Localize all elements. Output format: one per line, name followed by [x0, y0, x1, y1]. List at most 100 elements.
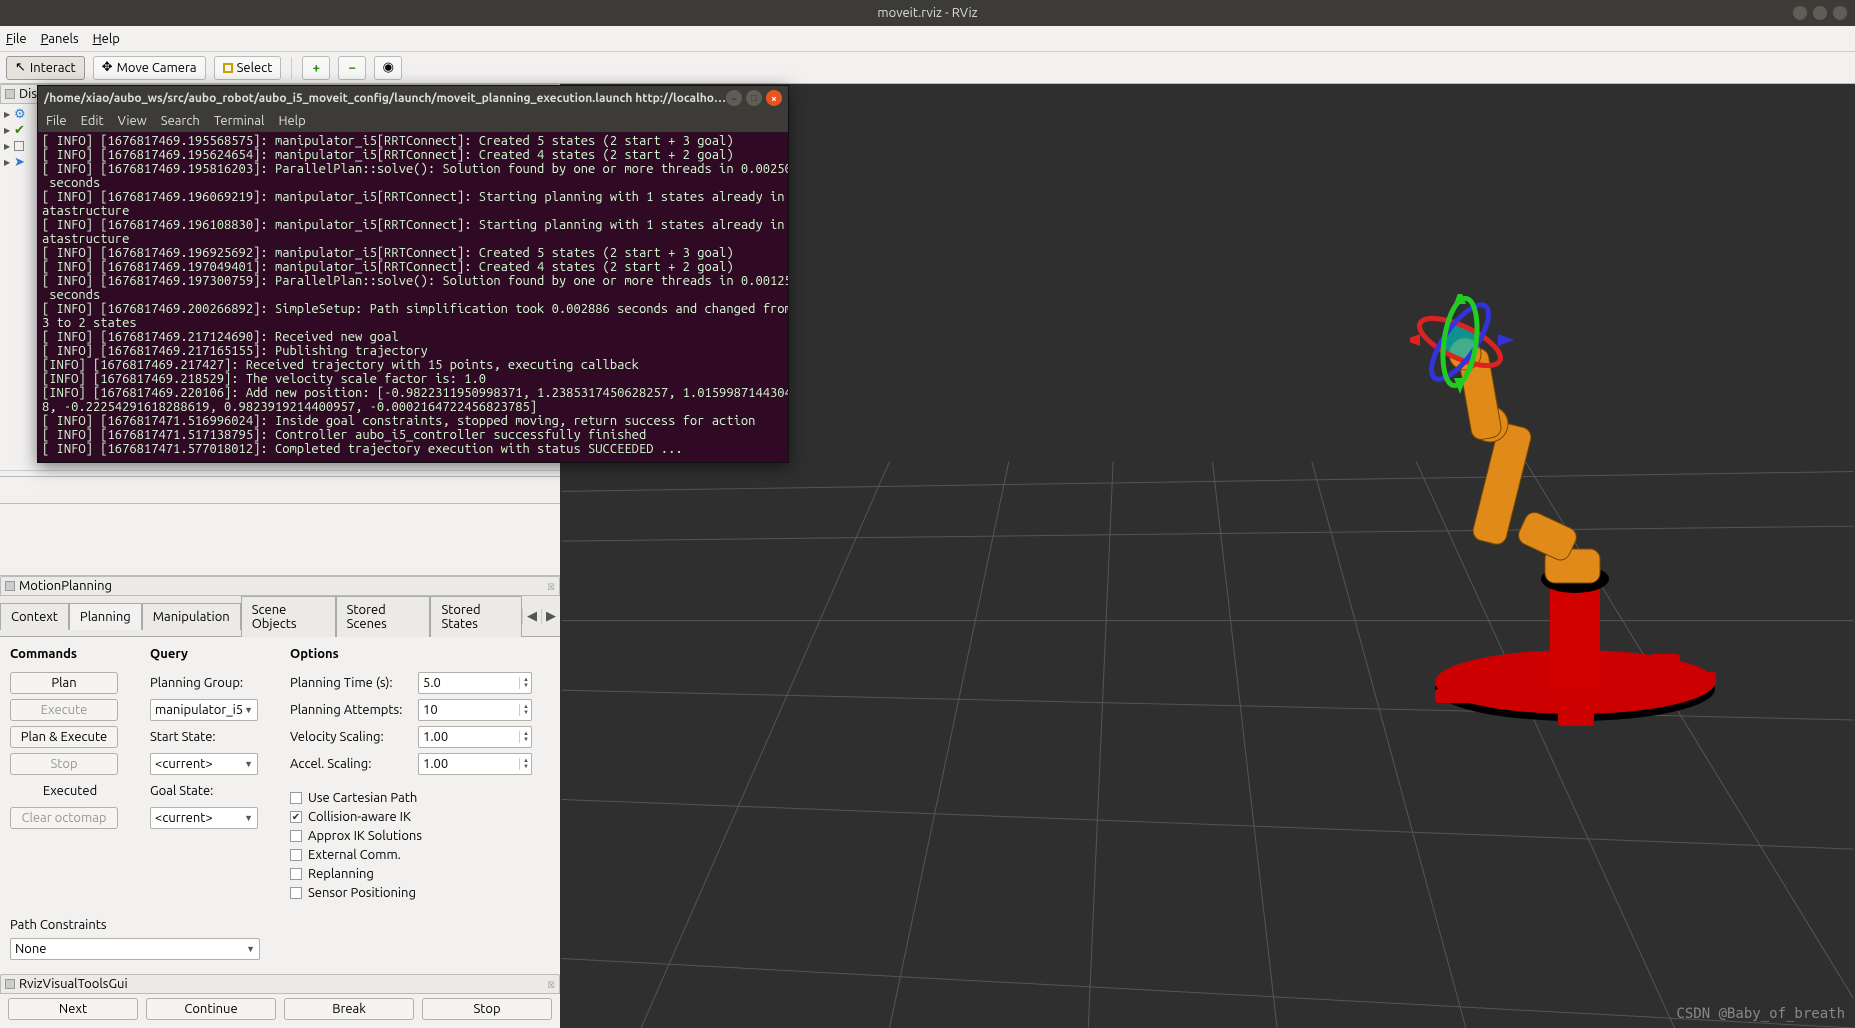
panel-close-icon[interactable]: ☒ [547, 977, 555, 992]
replanning-checkbox[interactable]: Replanning [290, 867, 540, 881]
tool-remove[interactable]: − [338, 56, 366, 80]
tab-stored-states[interactable]: Stored States [430, 596, 522, 637]
terminal-menu-view[interactable]: View [118, 114, 147, 128]
chevron-down-icon: ▼ [246, 944, 255, 954]
chevron-down-icon: ▼ [244, 813, 253, 823]
tool-interact[interactable]: ↖ Interact [6, 56, 85, 80]
tab-context[interactable]: Context [0, 603, 69, 630]
options-header: Options [290, 647, 540, 661]
menu-help[interactable]: Help [93, 32, 120, 46]
path-constraints-select[interactable]: None▼ [10, 938, 260, 960]
terminal-minimize-icon[interactable]: − [726, 90, 742, 106]
terminal-menu-terminal[interactable]: Terminal [214, 114, 265, 128]
query-header: Query [150, 647, 270, 661]
end-effector-marker [1410, 294, 1514, 394]
plus-icon: + [313, 61, 320, 75]
planning-time-input[interactable]: 5.0▲▼ [418, 672, 532, 694]
plan-button[interactable]: Plan [10, 672, 118, 694]
path-constraints-label: Path Constraints [10, 918, 550, 932]
minus-icon: − [349, 61, 356, 75]
spin-down-icon[interactable]: ▼ [519, 683, 529, 689]
arrow-icon: ➤ [14, 155, 25, 170]
tool-eye[interactable]: ◉ [374, 56, 402, 80]
clear-octomap-button[interactable]: Clear octomap [10, 807, 118, 829]
use-cartesian-checkbox[interactable]: Use Cartesian Path [290, 791, 540, 805]
maximize-icon[interactable] [1813, 6, 1827, 20]
minimize-icon[interactable] [1793, 6, 1807, 20]
velocity-scaling-input[interactable]: 1.00▲▼ [418, 726, 532, 748]
planning-group-select[interactable]: manipulator_i5▼ [150, 699, 258, 721]
robot-arm [1410, 294, 1740, 764]
tool-add[interactable]: + [302, 56, 330, 80]
eye-icon: ◉ [383, 60, 394, 75]
stop-button[interactable]: Stop [10, 753, 118, 775]
terminal-output[interactable]: [ INFO] [1676817469.195568575]: manipula… [38, 132, 788, 462]
terminal-title: /home/xiao/aubo_ws/src/aubo_robot/aubo_i… [44, 92, 726, 105]
gear-icon: ⚙ [14, 107, 26, 122]
planning-group-label: Planning Group: [150, 672, 270, 694]
spin-down-icon[interactable]: ▼ [519, 710, 529, 716]
continue-button[interactable]: Continue [146, 998, 276, 1020]
tab-manipulation[interactable]: Manipulation [142, 603, 241, 630]
stop-button[interactable]: Stop [422, 998, 552, 1020]
start-state-select[interactable]: <current>▼ [150, 753, 258, 775]
terminal-titlebar[interactable]: /home/xiao/aubo_ws/src/aubo_robot/aubo_i… [38, 86, 788, 110]
terminal-menu-help[interactable]: Help [278, 114, 305, 128]
terminal-maximize-icon[interactable]: □ [746, 90, 762, 106]
motion-planning-header[interactable]: MotionPlanning ☒ [0, 576, 560, 596]
chevron-down-icon: ▼ [244, 759, 253, 769]
spin-down-icon[interactable]: ▼ [519, 737, 529, 743]
grid-small-icon [5, 979, 15, 989]
goal-state-select[interactable]: <current>▼ [150, 807, 258, 829]
terminal-menu-file[interactable]: File [46, 114, 67, 128]
spin-down-icon[interactable]: ▼ [519, 764, 529, 770]
terminal-menu-search[interactable]: Search [161, 114, 200, 128]
tool-move-camera[interactable]: ✥ Move Camera [93, 56, 206, 80]
next-button[interactable]: Next [8, 998, 138, 1020]
execute-button[interactable]: Execute [10, 699, 118, 721]
velocity-scaling-label: Velocity Scaling: [290, 726, 410, 748]
terminal-close-icon[interactable]: × [766, 90, 782, 106]
planning-time-label: Planning Time (s): [290, 672, 410, 694]
plan-execute-button[interactable]: Plan & Execute [10, 726, 118, 748]
window-title: moveit.rviz - RViz [877, 6, 977, 20]
grid-small-icon [5, 581, 15, 591]
tool-select[interactable]: Select [214, 56, 282, 80]
robot-links [1449, 338, 1600, 583]
terminal-menu-edit[interactable]: Edit [81, 114, 104, 128]
collision-ik-checkbox[interactable]: Collision-aware IK [290, 810, 540, 824]
tab-scroll-right[interactable]: ▶ [541, 609, 560, 624]
commands-header: Commands [10, 647, 130, 661]
chevron-down-icon: ▼ [244, 705, 253, 715]
terminal-menubar: File Edit View Search Terminal Help [38, 110, 788, 132]
planning-attempts-label: Planning Attempts: [290, 699, 410, 721]
cursor-icon: ↖ [15, 60, 26, 75]
move-icon: ✥ [102, 60, 113, 75]
panel-close-icon[interactable]: ☒ [547, 579, 555, 594]
tab-scene-objects[interactable]: Scene Objects [241, 596, 336, 637]
close-icon[interactable] [1833, 6, 1847, 20]
menu-file[interactable]: File [6, 32, 27, 46]
check-icon: ✔ [14, 123, 25, 138]
accel-scaling-label: Accel. Scaling: [290, 753, 410, 775]
menubar: File Panels Help [0, 26, 1855, 52]
grid-small-icon [5, 89, 15, 99]
tab-planning[interactable]: Planning [69, 603, 142, 630]
watermark: CSDN @Baby_of_breath [1676, 1006, 1845, 1022]
terminal-window[interactable]: /home/xiao/aubo_ws/src/aubo_robot/aubo_i… [37, 85, 789, 463]
motion-tabs: Context Planning Manipulation Scene Obje… [0, 596, 560, 637]
planning-attempts-input[interactable]: 10▲▼ [418, 699, 532, 721]
menu-panels[interactable]: Panels [41, 32, 79, 46]
visual-tools-header[interactable]: RvizVisualToolsGui ☒ [0, 974, 560, 994]
external-comm-checkbox[interactable]: External Comm. [290, 848, 540, 862]
accel-scaling-input[interactable]: 1.00▲▼ [418, 753, 532, 775]
approx-ik-checkbox[interactable]: Approx IK Solutions [290, 829, 540, 843]
break-button[interactable]: Break [284, 998, 414, 1020]
grid-icon [14, 141, 24, 151]
executed-label: Executed [10, 780, 130, 802]
sensor-positioning-checkbox[interactable]: Sensor Positioning [290, 886, 540, 900]
tab-scroll-left[interactable]: ◀ [522, 609, 541, 624]
tab-stored-scenes[interactable]: Stored Scenes [336, 596, 431, 637]
window-titlebar: moveit.rviz - RViz [0, 0, 1855, 26]
toolbar: ↖ Interact ✥ Move Camera Select + − ◉ [0, 52, 1855, 84]
